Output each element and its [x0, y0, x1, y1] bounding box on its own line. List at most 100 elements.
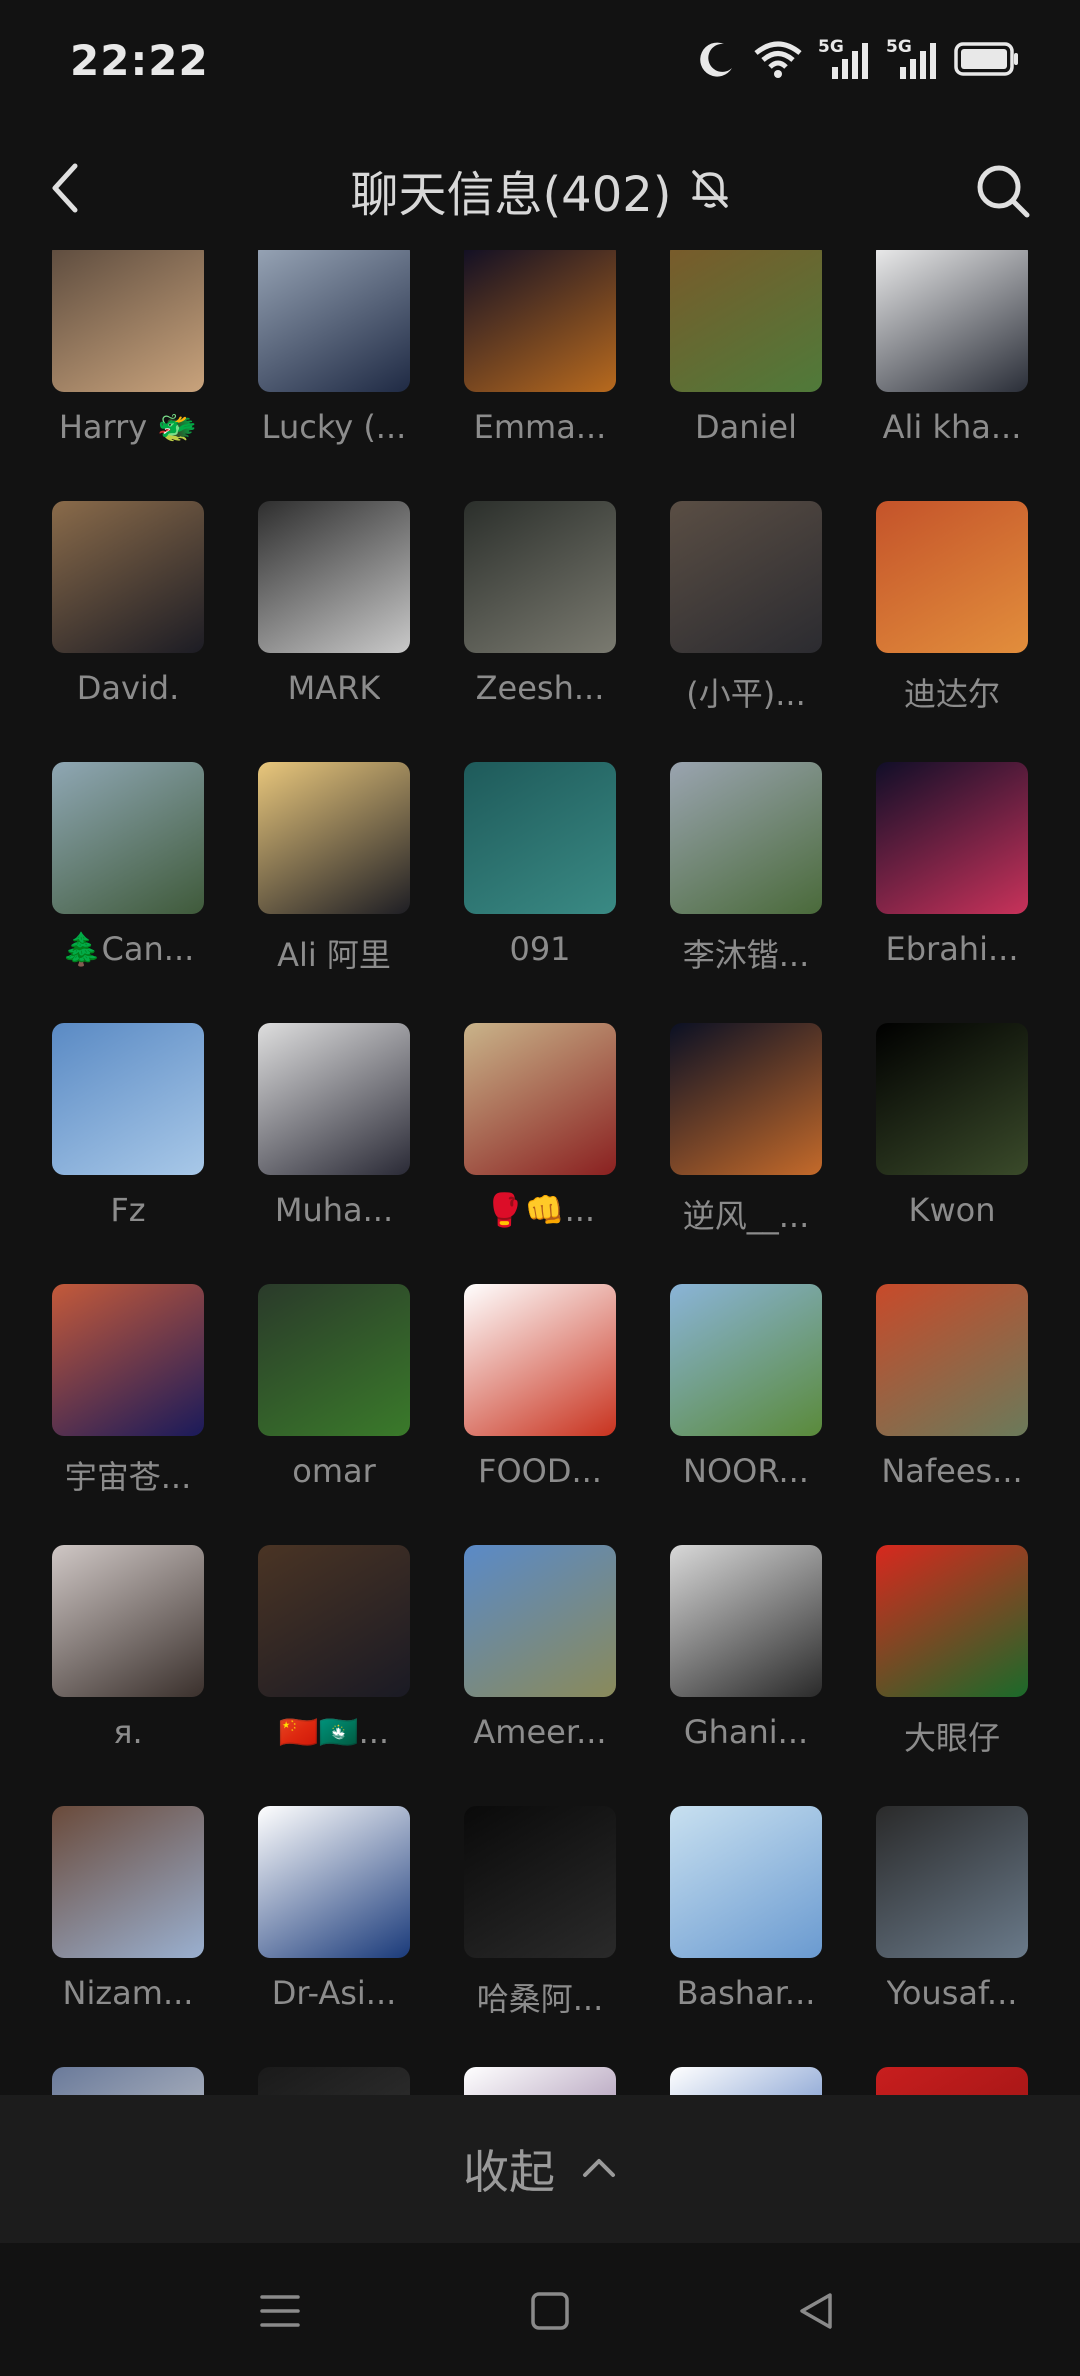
- member-item[interactable]: 李沐锴...: [670, 762, 822, 1023]
- member-item[interactable]: я.: [52, 1545, 204, 1806]
- member-avatar[interactable]: [876, 2067, 1028, 2095]
- member-avatar[interactable]: [670, 250, 822, 392]
- member-avatar[interactable]: [52, 501, 204, 653]
- system-back-button[interactable]: [786, 2281, 846, 2341]
- member-name: Ghani...: [683, 1713, 809, 1751]
- member-item[interactable]: Bashar...: [670, 1806, 822, 2067]
- menu-button[interactable]: [250, 2281, 310, 2341]
- member-item[interactable]: 091: [464, 762, 616, 1023]
- member-avatar[interactable]: [464, 2067, 616, 2095]
- member-avatar[interactable]: [464, 1023, 616, 1175]
- member-name: 大眼仔: [903, 1719, 1000, 1757]
- member-avatar[interactable]: [464, 1284, 616, 1436]
- member-avatar[interactable]: [876, 1284, 1028, 1436]
- search-button[interactable]: [965, 153, 1040, 228]
- member-item[interactable]: Kwon: [876, 1023, 1028, 1284]
- member-avatar[interactable]: [258, 501, 410, 653]
- member-item[interactable]: [670, 2067, 822, 2095]
- member-avatar[interactable]: [464, 250, 616, 392]
- member-avatar[interactable]: [258, 250, 410, 392]
- member-item[interactable]: Fz: [52, 1023, 204, 1284]
- member-item[interactable]: Ebrahi...: [876, 762, 1028, 1023]
- member-name: Lucky (...: [261, 408, 407, 446]
- member-avatar[interactable]: [464, 1545, 616, 1697]
- collapse-button[interactable]: 收起: [0, 2095, 1080, 2243]
- member-avatar[interactable]: [52, 762, 204, 914]
- member-avatar[interactable]: [670, 1284, 822, 1436]
- member-item[interactable]: [258, 2067, 410, 2095]
- member-avatar[interactable]: [258, 1284, 410, 1436]
- member-item[interactable]: 🌲Can...: [52, 762, 204, 1023]
- member-avatar[interactable]: [258, 1545, 410, 1697]
- member-item[interactable]: Zeesh...: [464, 501, 616, 762]
- member-avatar[interactable]: [258, 762, 410, 914]
- member-avatar[interactable]: [464, 762, 616, 914]
- member-avatar[interactable]: [52, 1284, 204, 1436]
- member-item[interactable]: Nizam...: [52, 1806, 204, 2067]
- member-item[interactable]: 哈桑阿...: [464, 1806, 616, 2067]
- 5g-signal-icon: 5G: [886, 37, 940, 81]
- home-button[interactable]: [520, 2281, 580, 2341]
- member-avatar[interactable]: [52, 1806, 204, 1958]
- member-item[interactable]: 逆风__...: [670, 1023, 822, 1284]
- member-name: Kwon: [908, 1191, 996, 1229]
- collapse-label: 收起: [463, 2145, 555, 2199]
- member-grid-area[interactable]: Harry 🐲 Lucky (... Emma... Daniel Ali kha...…: [0, 250, 1080, 2095]
- member-avatar[interactable]: [464, 1806, 616, 1958]
- member-name: Nafees...: [881, 1452, 1023, 1490]
- member-avatar[interactable]: [670, 762, 822, 914]
- member-item[interactable]: Muha...: [258, 1023, 410, 1284]
- member-avatar[interactable]: [52, 1023, 204, 1175]
- member-name: Yousaf...: [886, 1974, 1018, 2012]
- member-item[interactable]: Emma...: [464, 250, 616, 501]
- member-item[interactable]: Nafees...: [876, 1284, 1028, 1545]
- member-avatar[interactable]: [670, 1806, 822, 1958]
- member-item[interactable]: [52, 2067, 204, 2095]
- member-item[interactable]: 迪达尔: [876, 501, 1028, 762]
- member-avatar[interactable]: [52, 1545, 204, 1697]
- member-avatar[interactable]: [670, 2067, 822, 2095]
- member-avatar[interactable]: [876, 501, 1028, 653]
- member-item[interactable]: (小平)...: [670, 501, 822, 762]
- member-item[interactable]: [464, 2067, 616, 2095]
- member-item[interactable]: FOOD...: [464, 1284, 616, 1545]
- member-item[interactable]: 大眼仔: [876, 1545, 1028, 1806]
- member-item[interactable]: Ameer...: [464, 1545, 616, 1806]
- search-icon: [977, 165, 1029, 217]
- member-avatar[interactable]: [258, 1806, 410, 1958]
- member-item[interactable]: David.: [52, 501, 204, 762]
- member-item[interactable]: Ali kha...: [876, 250, 1028, 501]
- member-avatar[interactable]: [258, 1023, 410, 1175]
- member-item[interactable]: NOOR...: [670, 1284, 822, 1545]
- member-avatar[interactable]: [464, 501, 616, 653]
- member-item[interactable]: 🥊👊...: [464, 1023, 616, 1284]
- member-item[interactable]: [876, 2067, 1028, 2095]
- member-item[interactable]: omar: [258, 1284, 410, 1545]
- member-avatar[interactable]: [876, 1545, 1028, 1697]
- member-item[interactable]: 宇宙苍...: [52, 1284, 204, 1545]
- member-item[interactable]: Ghani...: [670, 1545, 822, 1806]
- member-avatar[interactable]: [258, 2067, 410, 2095]
- member-avatar[interactable]: [876, 762, 1028, 914]
- member-avatar[interactable]: [876, 1023, 1028, 1175]
- member-avatar[interactable]: [670, 1545, 822, 1697]
- member-avatar[interactable]: [52, 250, 204, 392]
- member-item[interactable]: 🇨🇳🇲🇴...: [258, 1545, 410, 1806]
- member-avatar[interactable]: [876, 250, 1028, 392]
- member-item[interactable]: Yousaf...: [876, 1806, 1028, 2067]
- member-avatar[interactable]: [876, 1806, 1028, 1958]
- member-avatar[interactable]: [670, 1023, 822, 1175]
- member-item[interactable]: Ali 阿里: [258, 762, 410, 1023]
- member-avatar[interactable]: [52, 2067, 204, 2095]
- member-item[interactable]: Daniel: [670, 250, 822, 501]
- member-item[interactable]: Dr-Asi...: [258, 1806, 410, 2067]
- member-name: Nizam...: [62, 1974, 194, 2012]
- member-name: 迪达尔: [903, 675, 1000, 713]
- member-item[interactable]: Harry 🐲: [52, 250, 204, 501]
- square-home-icon: [531, 2292, 569, 2330]
- member-item[interactable]: MARK: [258, 501, 410, 762]
- member-name: 091: [509, 930, 571, 968]
- member-name: 李沐锴...: [682, 936, 810, 974]
- member-item[interactable]: Lucky (...: [258, 250, 410, 501]
- member-avatar[interactable]: [670, 501, 822, 653]
